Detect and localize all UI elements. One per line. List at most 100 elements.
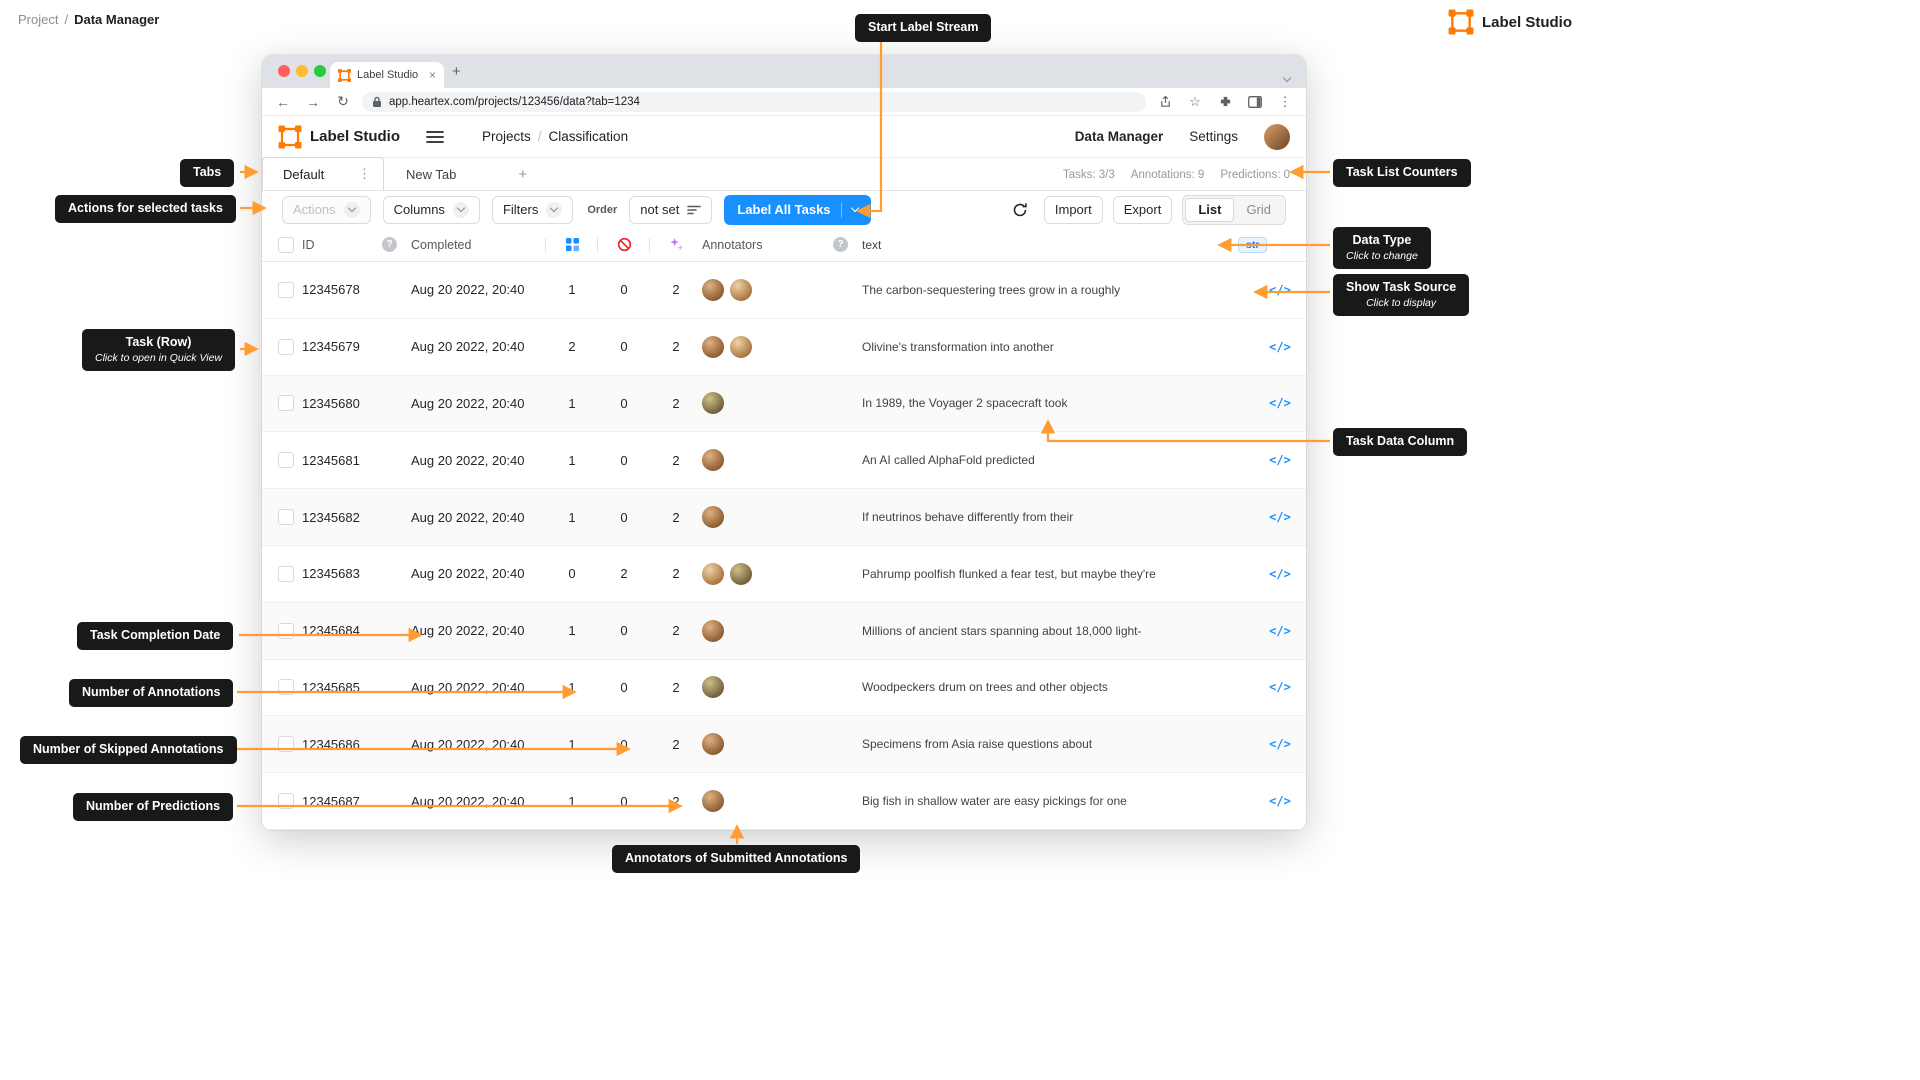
url-input[interactable]: app.heartex.com/projects/123456/data?tab…	[362, 91, 1146, 112]
show-source-icon[interactable]: </>	[1269, 624, 1291, 638]
new-tab-button[interactable]: +	[452, 63, 461, 80]
header-id[interactable]: ID	[302, 238, 315, 252]
import-button[interactable]: Import	[1043, 195, 1103, 224]
tab-default[interactable]: Default ⋮	[262, 157, 384, 190]
header-skipped-icon[interactable]	[598, 237, 650, 252]
side-panel-icon[interactable]	[1244, 95, 1266, 108]
table-row[interactable]: 12345679 Aug 20 2022, 20:40 2 0 2 Olivin…	[262, 318, 1306, 376]
app-logo-icon[interactable]	[278, 125, 302, 149]
show-source-icon[interactable]: </>	[1269, 340, 1291, 354]
show-source-icon[interactable]: </>	[1269, 453, 1291, 467]
annotations-count: 1	[568, 282, 576, 298]
toolbar: Actions Columns Filters Order not set La…	[262, 191, 1306, 228]
close-window-button[interactable]	[278, 65, 290, 77]
table-row[interactable]: 12345686 Aug 20 2022, 20:40 1 0 2 Specim…	[262, 716, 1306, 774]
share-icon[interactable]	[1154, 95, 1176, 109]
row-checkbox[interactable]	[278, 793, 294, 810]
row-checkbox[interactable]	[278, 281, 294, 298]
task-completed: Aug 20 2022, 20:40	[411, 339, 525, 355]
browser-menu-kebab-icon[interactable]: ⋮	[1274, 94, 1296, 110]
header-predictions-icon[interactable]	[650, 237, 702, 252]
task-list-counters: Tasks: 3/3 Annotations: 9 Predictions: 0	[1063, 169, 1306, 190]
annotator-avatar	[702, 733, 724, 756]
user-avatar[interactable]	[1264, 123, 1290, 150]
show-source-icon[interactable]: </>	[1269, 283, 1291, 297]
callout-annotators-submitted: Annotators of Submitted Annotations	[612, 845, 861, 873]
tab-new-tab[interactable]: New Tab	[406, 167, 456, 190]
back-icon[interactable]: ←	[272, 94, 294, 110]
row-checkbox[interactable]	[278, 565, 294, 582]
annotations-count: 1	[568, 679, 576, 695]
tab-options-kebab-icon[interactable]: ⋮	[358, 166, 371, 182]
app-header: Label Studio Projects / Classification D…	[262, 116, 1306, 158]
annotator-avatar	[730, 335, 752, 358]
breadcrumb-project[interactable]: Project	[18, 12, 58, 27]
show-source-icon[interactable]: </>	[1269, 510, 1291, 524]
forward-icon[interactable]: →	[302, 94, 324, 110]
filters-dropdown[interactable]: Filters	[491, 195, 574, 224]
show-source-icon[interactable]: </>	[1269, 396, 1291, 410]
header-annotators[interactable]: Annotators	[702, 238, 762, 252]
task-id: 12345680	[302, 395, 360, 411]
callout-actions-label: Actions for selected tasks	[68, 201, 223, 215]
tab-list-chevron-icon[interactable]	[1282, 68, 1292, 86]
task-text: If neutrinos behave differently from the…	[862, 510, 1074, 525]
nav-data-manager[interactable]: Data Manager	[1075, 129, 1164, 144]
nav-projects-link[interactable]: Projects	[482, 129, 531, 144]
columns-dropdown[interactable]: Columns	[382, 195, 480, 224]
table-row[interactable]: 12345685 Aug 20 2022, 20:40 1 0 2 Woodpe…	[262, 659, 1306, 717]
order-value-button[interactable]: not set	[629, 195, 713, 224]
view-grid-button[interactable]: Grid	[1234, 198, 1283, 222]
annotator-avatar	[702, 449, 724, 472]
row-checkbox[interactable]	[278, 622, 294, 639]
browser-tab[interactable]: Label Studio ×	[330, 62, 444, 88]
row-checkbox[interactable]	[278, 338, 294, 355]
callout-show-task-source: Show Task Source Click to display	[1333, 274, 1470, 316]
show-source-icon[interactable]: </>	[1269, 567, 1291, 581]
table-row[interactable]: 12345681 Aug 20 2022, 20:40 1 0 2 An AI …	[262, 432, 1306, 490]
skipped-count: 0	[620, 395, 628, 411]
table-row[interactable]: 12345683 Aug 20 2022, 20:40 0 2 2 Pahrum…	[262, 545, 1306, 603]
minimize-window-button[interactable]	[296, 65, 308, 77]
show-source-icon[interactable]: </>	[1269, 680, 1291, 694]
actions-dropdown[interactable]: Actions	[282, 195, 371, 224]
task-id: 12345683	[302, 566, 360, 582]
row-checkbox[interactable]	[278, 452, 294, 469]
row-checkbox[interactable]	[278, 395, 294, 412]
select-all-checkbox[interactable]	[278, 236, 294, 253]
show-source-icon[interactable]: </>	[1269, 794, 1291, 808]
zoom-window-button[interactable]	[314, 65, 326, 77]
show-source-icon[interactable]: </>	[1269, 737, 1291, 751]
add-tab-icon[interactable]: +	[518, 166, 527, 190]
row-checkbox[interactable]	[278, 736, 294, 753]
header-text[interactable]: text	[862, 238, 1230, 252]
extension-icon[interactable]	[1214, 95, 1236, 108]
task-completed: Aug 20 2022, 20:40	[411, 566, 525, 582]
table-row[interactable]: 12345682 Aug 20 2022, 20:40 1 0 2 If neu…	[262, 489, 1306, 546]
label-studio-logo-icon	[1448, 9, 1474, 35]
row-checkbox[interactable]	[278, 509, 294, 526]
table-row[interactable]: 12345680 Aug 20 2022, 20:40 1 0 2 In 198…	[262, 375, 1306, 433]
tab-close-icon[interactable]: ×	[429, 69, 436, 81]
annotators-help-icon[interactable]: ?	[833, 237, 848, 252]
bookmark-star-icon[interactable]: ☆	[1184, 94, 1206, 110]
table-row[interactable]: 12345678 Aug 20 2022, 20:40 1 0 2 The ca…	[262, 262, 1306, 319]
hamburger-menu-icon[interactable]	[426, 130, 444, 144]
refresh-icon[interactable]	[1006, 196, 1034, 224]
nav-settings[interactable]: Settings	[1189, 129, 1238, 144]
export-button[interactable]: Export	[1112, 195, 1173, 224]
table-row[interactable]: 12345684 Aug 20 2022, 20:40 1 0 2 Millio…	[262, 602, 1306, 660]
table-row[interactable]: 12345687 Aug 20 2022, 20:40 1 0 2 Big fi…	[262, 773, 1306, 830]
favicon-label-studio	[338, 68, 351, 82]
nav-project-name[interactable]: Classification	[549, 129, 629, 144]
annotations-count: 1	[568, 509, 576, 525]
header-completed[interactable]: Completed	[411, 238, 546, 252]
data-type-badge[interactable]: str	[1238, 236, 1268, 253]
header-annotations-icon[interactable]	[546, 237, 598, 252]
view-list-button[interactable]: List	[1185, 197, 1235, 222]
id-help-icon[interactable]: ?	[382, 237, 397, 252]
label-all-tasks-button[interactable]: Label All Tasks	[724, 194, 871, 225]
reload-icon[interactable]: ↻	[332, 93, 354, 110]
callout-data-type-title: Data Type	[1352, 233, 1412, 247]
row-checkbox[interactable]	[278, 679, 294, 696]
